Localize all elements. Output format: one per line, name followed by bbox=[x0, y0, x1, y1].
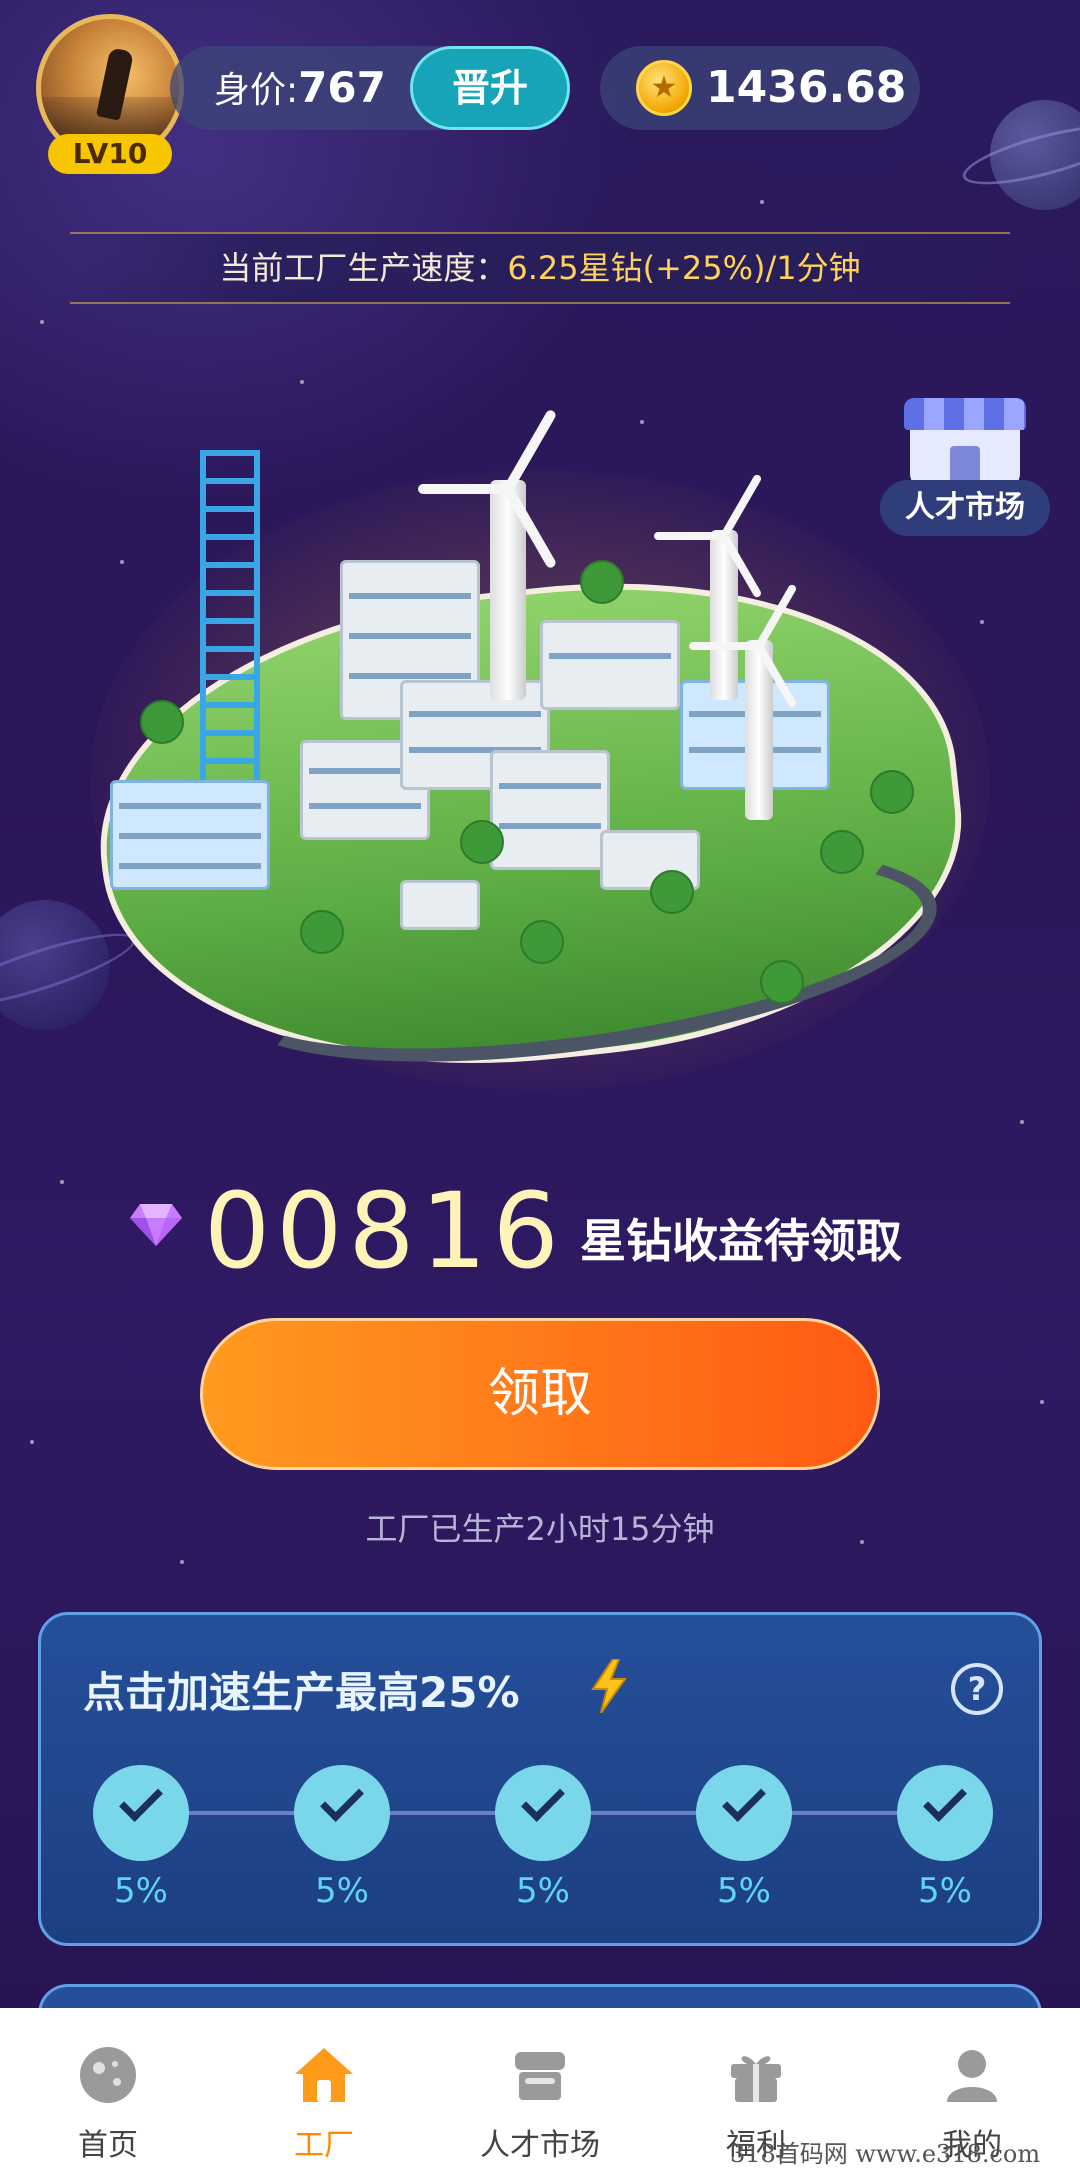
speed-value: 6.25星钻(+25%)/1分钟 bbox=[507, 249, 861, 287]
user-avatar-group[interactable]: LV10 bbox=[36, 14, 184, 174]
check-icon bbox=[897, 1765, 993, 1861]
worth-pill: 身价:767 晋升 bbox=[170, 46, 570, 130]
talent-market-shortcut[interactable]: 人才市场 bbox=[880, 388, 1050, 538]
turbine-blade bbox=[689, 642, 759, 650]
building bbox=[110, 780, 270, 890]
tree bbox=[760, 960, 804, 1004]
star bbox=[120, 560, 124, 564]
tree bbox=[820, 830, 864, 874]
shop-awning bbox=[904, 398, 1026, 430]
nav-item-factory[interactable]: 工厂 bbox=[234, 2044, 414, 2164]
check-icon bbox=[696, 1765, 792, 1861]
step-percent: 5% bbox=[315, 1871, 369, 1911]
tree bbox=[520, 920, 564, 964]
star bbox=[980, 620, 984, 624]
pending-reward-amount: 00816 bbox=[204, 1170, 565, 1292]
building bbox=[490, 750, 610, 870]
gift-icon bbox=[731, 2056, 781, 2102]
talent-market-label: 人才市场 bbox=[880, 480, 1050, 536]
tree bbox=[140, 700, 184, 744]
level-badge: LV10 bbox=[48, 134, 172, 174]
star bbox=[1020, 1120, 1024, 1124]
accelerate-step[interactable]: 5% bbox=[897, 1765, 993, 1911]
check-icon bbox=[294, 1765, 390, 1861]
worth-value: 767 bbox=[298, 63, 386, 112]
tree bbox=[460, 820, 504, 864]
worth-display: 身价:767 bbox=[214, 46, 386, 133]
lightning-icon bbox=[591, 1659, 627, 1713]
speed-label: 当前工厂生产速度： bbox=[219, 249, 508, 287]
step-percent: 5% bbox=[918, 1871, 972, 1911]
nav-label: 首页 bbox=[78, 2128, 138, 2163]
step-percent: 5% bbox=[114, 1871, 168, 1911]
accelerate-card: 点击加速生产最高25% ? 5% 5% 5% 5% 5% bbox=[38, 1612, 1042, 1946]
accelerate-step[interactable]: 5% bbox=[93, 1765, 189, 1911]
coin-balance-pill[interactable]: ★ 1436.68 bbox=[600, 46, 920, 130]
star bbox=[760, 200, 764, 204]
coin-icon: ★ bbox=[636, 60, 692, 116]
pending-reward-label: 星钻收益待领取 bbox=[580, 1214, 902, 1268]
promote-button[interactable]: 晋升 bbox=[410, 46, 570, 130]
turbine-blade bbox=[654, 532, 724, 540]
production-duration: 工厂已生产2小时15分钟 bbox=[365, 1510, 715, 1548]
worth-label: 身价: bbox=[214, 70, 299, 111]
tree bbox=[650, 870, 694, 914]
step-percent: 5% bbox=[516, 1871, 570, 1911]
tree bbox=[300, 910, 344, 954]
nav-label: 工厂 bbox=[294, 2128, 354, 2163]
accelerate-title: 点击加速生产最高25% bbox=[83, 1668, 520, 1717]
star bbox=[40, 320, 44, 324]
production-speed-bar: 当前工厂生产速度：6.25星钻(+25%)/1分钟 bbox=[70, 232, 1010, 304]
check-icon bbox=[495, 1765, 591, 1861]
nav-item-talent-market[interactable]: 人才市场 bbox=[450, 2044, 630, 2164]
nav-label: 人才市场 bbox=[480, 2128, 600, 2163]
star bbox=[60, 1180, 64, 1184]
nav-item-home[interactable]: 首页 bbox=[18, 2044, 198, 2164]
coin-balance: 1436.68 bbox=[706, 62, 907, 113]
star bbox=[1040, 1400, 1044, 1404]
watermark: 318首码网 www.e318.com bbox=[730, 2140, 1041, 2168]
check-icon bbox=[93, 1765, 189, 1861]
star bbox=[30, 1440, 34, 1444]
home-icon bbox=[295, 2048, 353, 2102]
accelerate-step[interactable]: 5% bbox=[696, 1765, 792, 1911]
accelerate-step[interactable]: 5% bbox=[495, 1765, 591, 1911]
user-icon bbox=[947, 2050, 997, 2102]
star bbox=[640, 420, 644, 424]
help-icon[interactable]: ? bbox=[951, 1663, 1003, 1715]
turbine-blade bbox=[418, 484, 508, 494]
claim-button[interactable]: 领取 bbox=[200, 1318, 880, 1470]
star bbox=[300, 380, 304, 384]
tree bbox=[580, 560, 624, 604]
diamond-icon bbox=[130, 1204, 182, 1246]
shop-icon bbox=[515, 2052, 565, 2100]
tree bbox=[870, 770, 914, 814]
crane-tower bbox=[200, 450, 260, 780]
accelerate-step[interactable]: 5% bbox=[294, 1765, 390, 1911]
shop-icon bbox=[904, 398, 1026, 488]
step-percent: 5% bbox=[717, 1871, 771, 1911]
star bbox=[180, 1560, 184, 1564]
building bbox=[400, 880, 480, 930]
planet-icon bbox=[80, 2047, 136, 2103]
building bbox=[540, 620, 680, 710]
